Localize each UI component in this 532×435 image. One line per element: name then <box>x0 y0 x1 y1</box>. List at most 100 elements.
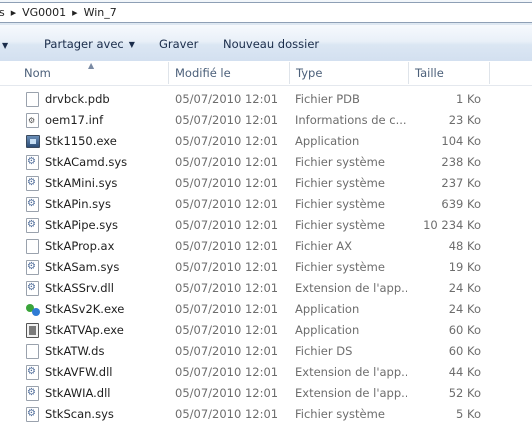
file-name: drvbck.pdb <box>45 92 110 106</box>
file-row[interactable]: drvbck.pdb 05/07/2010 12:01 Fichier PDB 1 K… <box>0 89 532 110</box>
file-modified-date: 05/07/2010 12:01 <box>175 176 279 190</box>
file-type: Extension de l'app... <box>295 386 407 400</box>
file-row[interactable]: StkASSrv.dll 05/07/2010 12:01 Extension de… <box>0 277 532 299</box>
system-file-icon <box>26 382 39 403</box>
file-row[interactable]: StkScan.sys 05/07/2010 12:01 Fichier systè… <box>0 403 532 425</box>
file-type: Application <box>295 302 360 316</box>
file-size: 19 Ko <box>448 260 481 274</box>
file-modified-date: 05/07/2010 12:01 <box>175 92 279 106</box>
chevron-down-icon: ▼ <box>128 40 135 49</box>
file-row[interactable]: StkAWIA.dll 05/07/2010 12:01 Extension de … <box>0 382 532 404</box>
file-size: 23 Ko <box>448 113 481 127</box>
file-row[interactable]: StkASam.sys 05/07/2010 12:01 Fichier systè… <box>0 256 532 278</box>
file-type: Application <box>295 134 360 148</box>
file-row[interactable]: Stk1150.exe 05/07/2010 12:01 Application 10… <box>0 131 532 152</box>
breadcrumb-separator-icon[interactable]: ▶ <box>70 9 79 17</box>
file-type: Fichier PDB <box>295 92 360 106</box>
file-name: Stk1150.exe <box>45 134 117 148</box>
file-modified-date: 05/07/2010 12:01 <box>175 260 279 274</box>
file-modified-date: 05/07/2010 12:01 <box>175 302 279 316</box>
system-file-icon <box>26 193 39 214</box>
organize-dropdown-arrow-icon[interactable]: ▼ <box>2 37 8 51</box>
file-name: oem17.inf <box>45 113 104 127</box>
file-name: StkAWIA.dll <box>45 386 111 400</box>
breadcrumb-item-win7[interactable]: Win_7 <box>80 6 121 19</box>
file-type: Fichier système <box>295 218 385 232</box>
application-icon-3 <box>26 323 39 338</box>
file-name: StkASv2K.exe <box>45 302 125 316</box>
column-header-modified[interactable]: Modifié le <box>169 61 289 85</box>
file-row[interactable]: StkATVAp.exe 05/07/2010 12:01 Application 6… <box>0 320 532 341</box>
breadcrumb-separator-icon[interactable]: ▶ <box>9 9 18 17</box>
file-list: drvbck.pdb 05/07/2010 12:01 Fichier PDB 1 K… <box>0 89 532 425</box>
system-file-icon <box>26 403 39 424</box>
file-name: StkASSrv.dll <box>45 281 114 295</box>
file-row[interactable]: StkAProp.ax 05/07/2010 12:01 Fichier AX 48 … <box>0 236 532 257</box>
file-type: Extension de l'app... <box>295 281 407 295</box>
breadcrumb[interactable]: s ▶ VG0001 ▶ Win_7 <box>0 2 532 23</box>
file-name: StkATW.ds <box>45 344 105 358</box>
system-file-icon <box>26 214 39 235</box>
system-file-icon <box>26 151 39 172</box>
blank-file-icon <box>26 344 39 359</box>
file-name: StkAProp.ax <box>45 239 115 253</box>
file-modified-date: 05/07/2010 12:01 <box>175 155 279 169</box>
system-file-icon <box>26 361 39 382</box>
file-row[interactable]: StkAVFW.dll 05/07/2010 12:01 Extension de … <box>0 361 532 383</box>
file-modified-date: 05/07/2010 12:01 <box>175 281 279 295</box>
column-header-row: ▲ Nom Modifié le Type Taille <box>0 61 532 86</box>
file-type: Application <box>295 323 360 337</box>
file-name: StkAMini.sys <box>45 176 118 190</box>
file-name: StkASam.sys <box>45 260 120 274</box>
file-row[interactable]: StkAPipe.sys 05/07/2010 12:01 Fichier syst… <box>0 214 532 236</box>
blank-file-icon <box>26 239 39 254</box>
breadcrumb-item-vg0001[interactable]: VG0001 <box>18 6 70 19</box>
file-row[interactable]: StkAMini.sys 05/07/2010 12:01 Fichier syst… <box>0 172 532 194</box>
file-modified-date: 05/07/2010 12:01 <box>175 365 279 379</box>
file-size: 44 Ko <box>448 365 481 379</box>
file-name: StkAPin.sys <box>45 197 111 211</box>
file-size: 24 Ko <box>448 281 481 295</box>
file-row[interactable]: StkASv2K.exe 05/07/2010 12:01 Application 2… <box>0 299 532 320</box>
file-modified-date: 05/07/2010 12:01 <box>175 323 279 337</box>
file-type: Fichier DS <box>295 344 353 358</box>
system-file-icon <box>26 256 39 277</box>
burn-button[interactable]: Graver <box>159 37 198 51</box>
column-header-type[interactable]: Type <box>290 61 408 85</box>
share-with-label: Partager avec <box>44 37 124 51</box>
file-modified-date: 05/07/2010 12:01 <box>175 218 279 232</box>
new-folder-button[interactable]: Nouveau dossier <box>223 37 319 51</box>
file-size: 48 Ko <box>448 239 481 253</box>
file-modified-date: 05/07/2010 12:01 <box>175 113 279 127</box>
file-name: StkACamd.sys <box>45 155 128 169</box>
file-size: 1 Ko <box>456 92 481 106</box>
file-type: Fichier système <box>295 176 385 190</box>
file-modified-date: 05/07/2010 12:01 <box>175 239 279 253</box>
file-modified-date: 05/07/2010 12:01 <box>175 407 279 421</box>
column-header-size[interactable]: Taille <box>409 61 489 85</box>
file-size: 104 Ko <box>441 134 481 148</box>
file-row[interactable]: StkACamd.sys 05/07/2010 12:01 Fichier syst… <box>0 151 532 173</box>
file-size: 24 Ko <box>448 302 481 316</box>
file-type: Fichier AX <box>295 239 352 253</box>
file-size: 639 Ko <box>441 197 481 211</box>
file-size: 238 Ko <box>441 155 481 169</box>
file-type: Fichier système <box>295 197 385 211</box>
file-name: StkAPipe.sys <box>45 218 119 232</box>
address-bar: s ▶ VG0001 ▶ Win_7 <box>0 0 532 26</box>
application-icon <box>26 135 40 148</box>
column-divider[interactable] <box>489 62 490 84</box>
file-type: Fichier système <box>295 155 385 169</box>
file-row[interactable]: StkAPin.sys 05/07/2010 12:01 Fichier systè… <box>0 193 532 215</box>
share-with-button[interactable]: Partager avec ▼ <box>44 37 135 51</box>
file-row[interactable]: StkATW.ds 05/07/2010 12:01 Fichier DS 60 Ko <box>0 341 532 362</box>
application-icon-2 <box>26 302 40 317</box>
file-modified-date: 05/07/2010 12:01 <box>175 134 279 148</box>
column-header-name[interactable]: Nom <box>18 61 168 85</box>
file-row[interactable]: oem17.inf 05/07/2010 12:01 Informations de… <box>0 110 532 131</box>
file-modified-date: 05/07/2010 12:01 <box>175 386 279 400</box>
blank-file-icon <box>26 92 39 107</box>
file-size: 60 Ko <box>448 323 481 337</box>
breadcrumb-item-parent[interactable]: s <box>0 6 9 19</box>
file-size: 60 Ko <box>448 344 481 358</box>
